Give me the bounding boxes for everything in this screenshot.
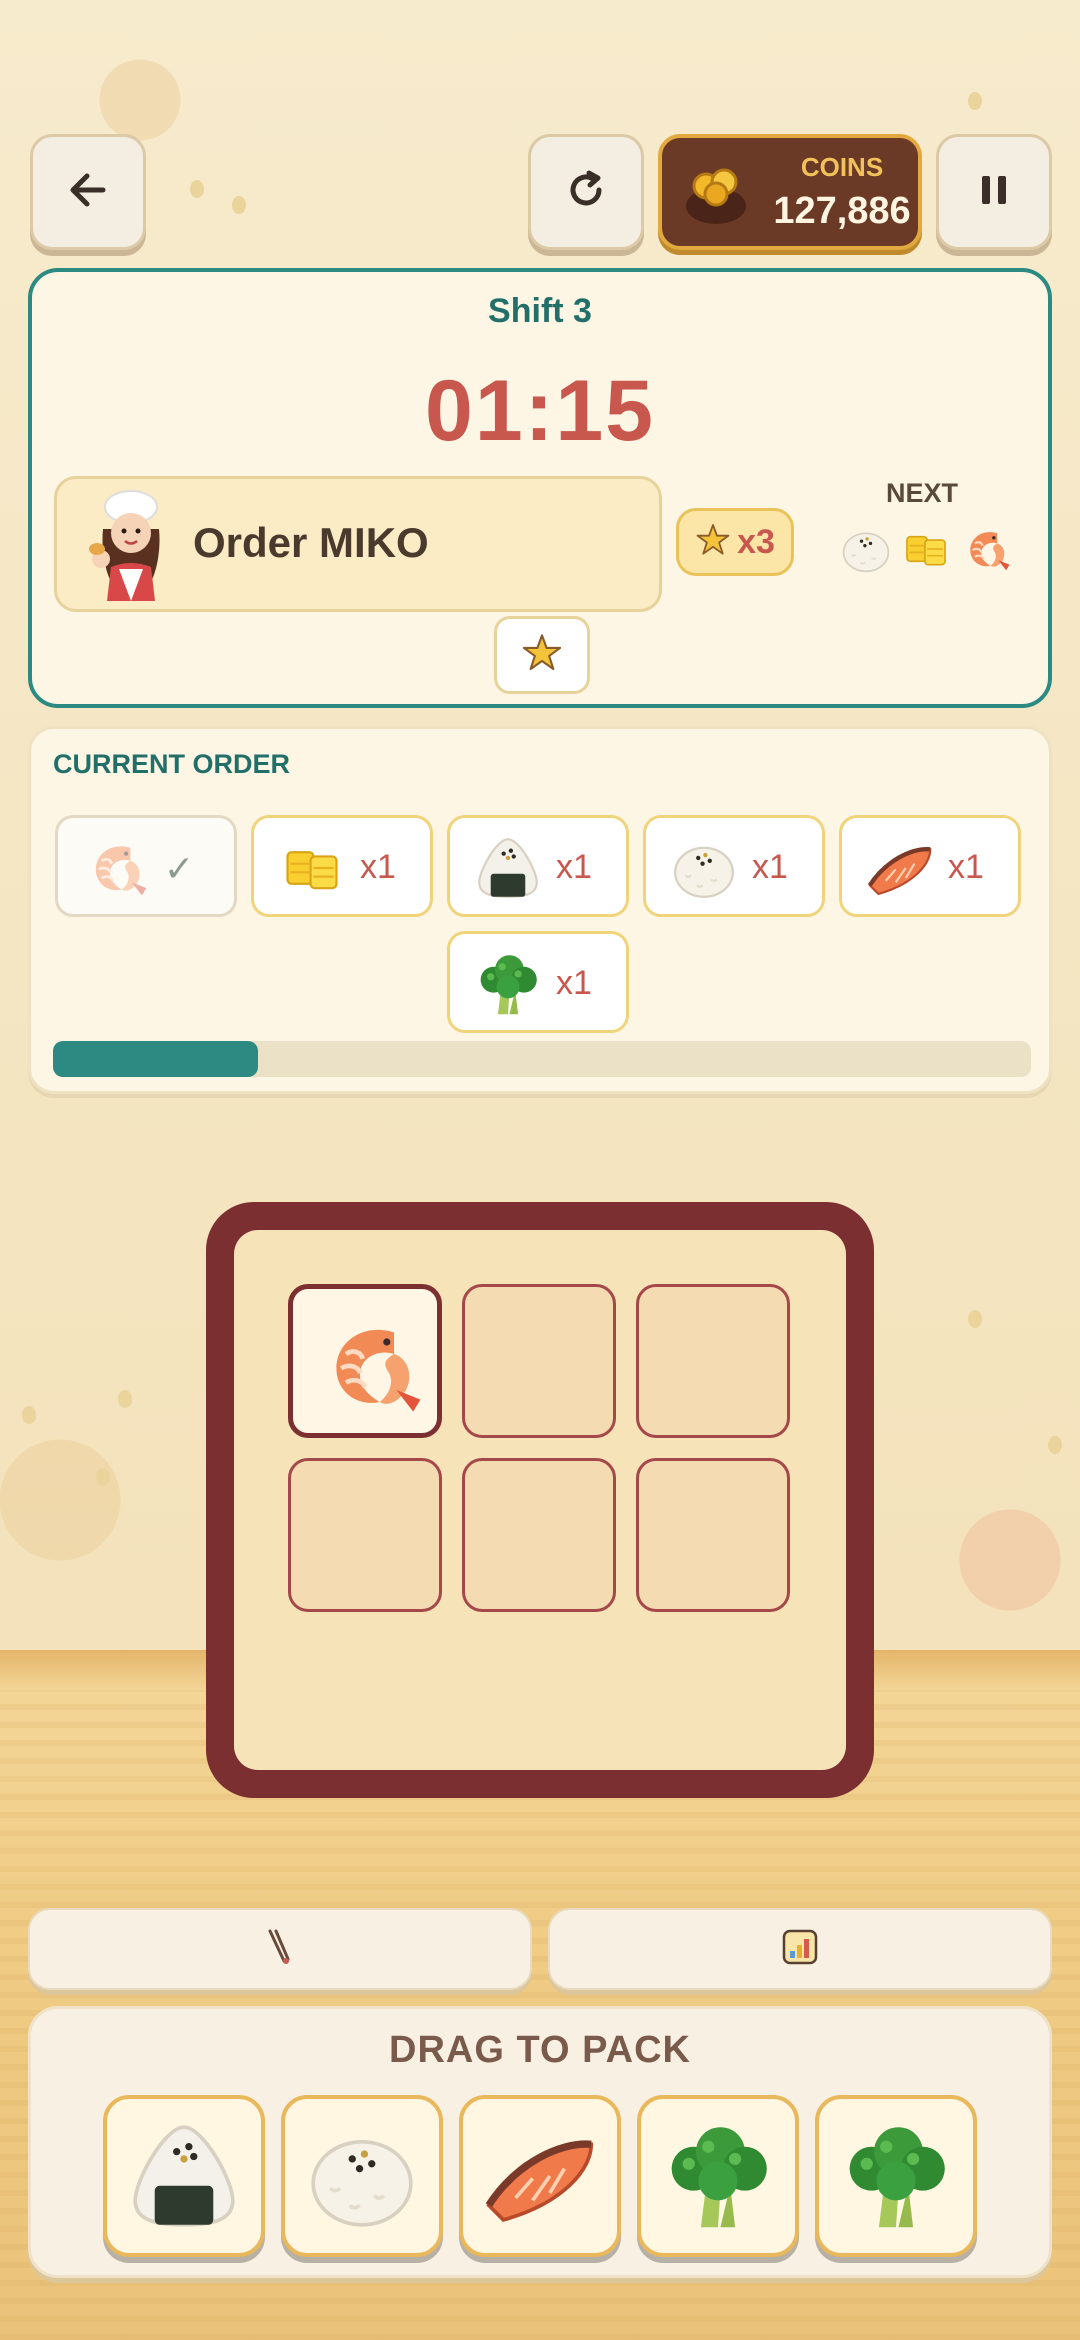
order-item-count: x1 [948,848,984,886]
decor-seed [968,1310,982,1328]
star-multiplier: x3 [737,522,775,561]
pause-button[interactable] [936,134,1052,250]
back-button[interactable] [30,134,146,250]
rice-ball-icon [838,521,894,581]
salmon-icon [479,2115,601,2237]
current-order-panel: CURRENT ORDER ✓ x1 x1 x1 x1 x1 [28,726,1052,1094]
tray-item-salmon[interactable] [459,2095,621,2257]
order-name: Order MIKO [193,519,429,566]
coins-label: COINS [800,152,884,182]
bento-cell-2[interactable] [462,1284,616,1438]
bento-cell-3[interactable] [636,1284,790,1438]
next-label: NEXT [885,478,958,508]
bento-cell-6[interactable] [636,1458,790,1612]
order-progress-bar [53,1041,1031,1077]
shift-title: Shift 3 [488,292,592,330]
salmon-icon [864,832,936,904]
order-item-count: ✓ [164,848,195,889]
order-item-onigiri: x1 [447,815,629,917]
onigiri-icon [123,2115,245,2237]
tray-item-broccoli[interactable] [637,2095,799,2257]
order-item-count: x1 [556,848,592,886]
ingredient-tray: DRAG TO PACK [28,2006,1052,2278]
onigiri-icon [472,832,544,904]
bento-box [206,1202,874,1798]
arrow-left-icon [65,167,111,217]
order-item-shrimp: ✓ [55,815,237,917]
next-items [838,516,1038,586]
broccoli-icon [657,2115,779,2237]
decor-seed [118,1390,132,1408]
order-item-count: x1 [556,964,592,1002]
shift-panel: Shift 3 01:15 Order MIKO x3 NEXT [28,268,1052,708]
order-item-salmon: x1 [839,815,1021,917]
coins-counter: COINS 127,886 [658,134,922,250]
decor-seed [22,1406,36,1424]
bento-box-interior [234,1230,846,1770]
chopsticks-tool-button[interactable] [28,1908,532,1990]
chopsticks-icon [260,1927,300,1971]
bento-cell-4[interactable] [288,1458,442,1612]
order-progress-fill [53,1041,259,1077]
coin-bag-icon [680,156,752,232]
countdown-timer: 01:15 [425,363,655,459]
tray-title: DRAG TO PACK [389,2029,691,2071]
decor-seed [190,180,204,198]
coins-value: 127,886 [773,190,911,232]
decor-seed [1048,1436,1062,1454]
decor-seed [232,196,246,214]
order-item-broccoli: x1 [447,931,629,1033]
rice-ball-icon [301,2115,423,2237]
shrimp-icon [310,1306,430,1426]
broccoli-icon [835,2115,957,2237]
tray-item-broccoli[interactable] [815,2095,977,2257]
rice-ball-icon [668,832,740,904]
tamagoyaki-icon [276,832,348,904]
tray-item-onigiri[interactable] [103,2095,265,2257]
star-icon [695,522,731,562]
order-item-tamagoyaki: x1 [251,815,433,917]
order-item-count: x1 [360,848,396,886]
star-icon [521,632,563,678]
restart-button[interactable] [528,134,644,250]
star-multiplier-badge: x3 [676,508,794,576]
tamagoyaki-icon [898,521,954,581]
shrimp-icon [80,832,152,904]
tray-item-rice-ball[interactable] [281,2095,443,2257]
chef-avatar [83,489,179,601]
decor-seed [968,92,982,110]
current-order-label: CURRENT ORDER [53,749,291,779]
order-item-rice-ball: x1 [643,815,825,917]
pause-icon [974,170,1014,214]
restart-icon [563,167,609,217]
order-item-count: x1 [752,848,788,886]
bento-cell-5[interactable] [462,1458,616,1612]
stats-tool-button[interactable] [548,1908,1052,1990]
decor-seed [96,1468,110,1486]
stats-icon [780,1927,820,1971]
bento-cell-1[interactable] [288,1284,442,1438]
customer-order-box: Order MIKO [54,476,662,612]
broccoli-icon [472,948,544,1020]
shrimp-icon [958,521,1014,581]
star-bonus-button[interactable] [494,616,590,694]
